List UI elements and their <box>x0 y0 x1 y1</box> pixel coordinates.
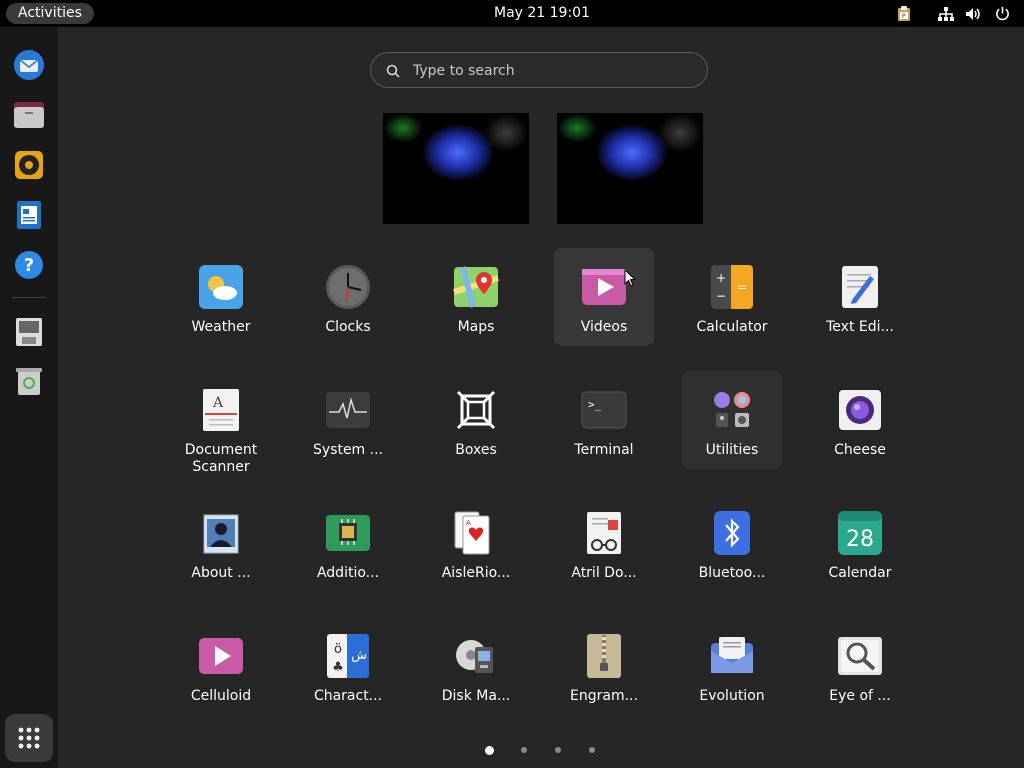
svg-text:P: P <box>902 13 906 20</box>
workspace-thumbnail-2[interactable] <box>557 113 703 224</box>
page-dot-3[interactable] <box>555 747 561 753</box>
atril-icon <box>581 510 627 556</box>
power-icon[interactable] <box>994 6 1010 22</box>
svg-text:+: + <box>716 271 726 285</box>
svg-text:28: 28 <box>846 527 874 552</box>
app-text-editor[interactable]: Text Edi... <box>810 248 910 346</box>
cheese-icon <box>837 387 883 433</box>
svg-text:>_: >_ <box>588 398 602 411</box>
svg-text:A: A <box>466 519 471 527</box>
writer-icon[interactable] <box>11 197 47 233</box>
app-engrampa[interactable]: Engram... <box>554 617 654 715</box>
app-characters[interactable]: ö ♣ ش Charact... <box>298 617 398 715</box>
network-icon[interactable] <box>938 6 954 22</box>
svg-text:ش: ش <box>351 648 367 663</box>
about-icon <box>198 510 244 556</box>
app-grid-icon <box>18 727 40 749</box>
page-dot-1[interactable] <box>485 746 494 755</box>
app-disk-manager[interactable]: Disk Ma... <box>426 617 526 715</box>
text-editor-icon <box>837 264 883 310</box>
svg-text:♣: ♣ <box>332 660 344 675</box>
dock-separator <box>12 297 46 298</box>
app-maps[interactable]: Maps <box>426 248 526 346</box>
celluloid-icon <box>198 633 244 679</box>
app-clocks[interactable]: Clocks <box>298 248 398 346</box>
app-evolution[interactable]: Evolution <box>682 617 782 715</box>
image-viewer-icon <box>837 633 883 679</box>
page-dot-2[interactable] <box>521 747 527 753</box>
svg-text:?: ? <box>24 255 34 276</box>
app-aisleriot[interactable]: A AisleRio... <box>426 494 526 592</box>
app-about[interactable]: About ... <box>171 494 271 592</box>
thunderbird-icon[interactable] <box>11 47 47 83</box>
calculator-icon: + − = <box>709 264 755 310</box>
svg-text:=: = <box>737 280 747 294</box>
videos-icon <box>581 264 627 310</box>
svg-text:A: A <box>212 395 224 411</box>
dock: ? <box>0 27 58 768</box>
rhythmbox-icon[interactable] <box>11 147 47 183</box>
app-celluloid[interactable]: Celluloid <box>171 617 271 715</box>
scanner-icon: A <box>198 387 244 433</box>
app-utilities-folder[interactable]: Utilities <box>682 371 782 469</box>
evolution-icon <box>709 633 755 679</box>
app-document-scanner[interactable]: A Document Scanner <box>171 371 271 475</box>
workspace-thumbnail-1[interactable] <box>383 113 529 224</box>
app-calendar[interactable]: 28 Calendar <box>810 494 910 592</box>
volume-icon[interactable] <box>966 6 982 22</box>
files-icon[interactable] <box>11 97 47 133</box>
cards-icon: A <box>453 510 499 556</box>
save-drive-icon[interactable] <box>11 314 47 350</box>
additional-drivers-icon <box>325 510 371 556</box>
maps-icon <box>453 264 499 310</box>
clock-icon <box>325 264 371 310</box>
clipboard-icon[interactable]: P <box>896 5 912 22</box>
terminal-icon: >_ <box>581 387 627 433</box>
clock[interactable]: May 21 19:01 <box>0 0 1024 27</box>
page-indicator <box>58 746 1024 757</box>
search-box[interactable] <box>370 52 708 88</box>
utilities-folder-icon <box>709 387 755 433</box>
boxes-icon <box>453 387 499 433</box>
weather-icon <box>198 264 244 310</box>
app-additional-drivers[interactable]: Additio... <box>298 494 398 592</box>
show-apps-button[interactable] <box>5 714 53 762</box>
archive-icon <box>581 633 627 679</box>
search-icon <box>386 63 400 82</box>
help-icon[interactable]: ? <box>11 247 47 283</box>
overview: Weather Clocks Maps Videos +−= Calculato… <box>58 27 1024 768</box>
page-dot-4[interactable] <box>589 747 595 753</box>
app-videos[interactable]: Videos <box>554 248 654 346</box>
system-monitor-icon <box>325 387 371 433</box>
characters-icon: ö ♣ ش <box>325 633 371 679</box>
search-input[interactable] <box>411 59 695 83</box>
app-weather[interactable]: Weather <box>171 248 271 346</box>
app-calculator[interactable]: + − = Calculator <box>682 248 782 346</box>
trash-icon[interactable] <box>11 364 47 400</box>
app-eye-of-gnome[interactable]: Eye of ... <box>810 617 910 715</box>
system-tray[interactable]: P <box>896 4 1010 23</box>
app-terminal[interactable]: >_ Terminal <box>554 371 654 469</box>
app-boxes[interactable]: Boxes <box>426 371 526 469</box>
svg-text:−: − <box>716 289 726 303</box>
top-bar: Activities May 21 19:01 P <box>0 0 1024 27</box>
mouse-cursor-icon <box>624 268 637 291</box>
app-bluetooth[interactable]: Bluetoo... <box>682 494 782 592</box>
svg-text:ö: ö <box>334 642 342 657</box>
bluetooth-icon <box>709 510 755 556</box>
calendar-icon: 28 <box>837 510 883 556</box>
disk-manager-icon <box>453 633 499 679</box>
app-system-monitor[interactable]: System ... <box>298 371 398 469</box>
app-atril[interactable]: Atril Do... <box>554 494 654 592</box>
app-cheese[interactable]: Cheese <box>810 371 910 469</box>
